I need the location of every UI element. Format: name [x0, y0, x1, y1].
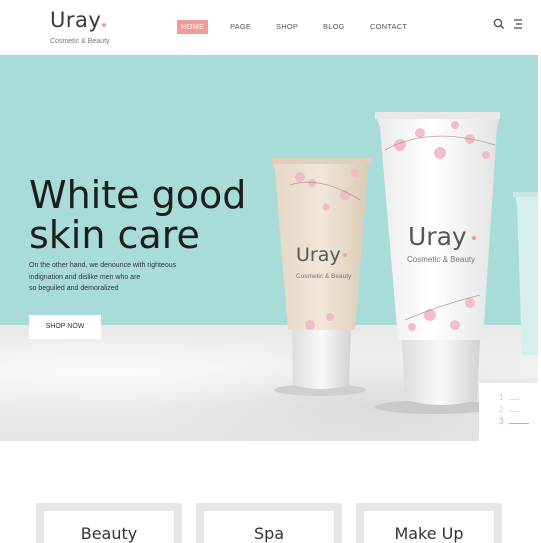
- nav-home[interactable]: HOME: [177, 20, 209, 34]
- category-card-inner: Spa: [204, 511, 334, 543]
- category-card-beauty[interactable]: Beauty: [36, 503, 182, 543]
- category-label: Spa: [253, 524, 285, 543]
- slide-1-line: [509, 399, 519, 400]
- hero-slider: Uray Cosmetic & Beauty Uray Cosmetic & B…: [0, 55, 538, 441]
- product-right-tagline: Cosmetic & Beauty: [407, 255, 475, 264]
- search-icon[interactable]: [493, 17, 505, 31]
- slide-2[interactable]: 2: [499, 405, 503, 414]
- hero-title-line2: skin care: [29, 213, 200, 257]
- slide-1[interactable]: 1: [499, 393, 503, 402]
- site-header: Uray Cosmetic & Beauty HOME PAGE SHOP BL…: [0, 0, 541, 55]
- hero-title: White good skin care: [29, 175, 289, 255]
- logo-tagline: Cosmetic & Beauty: [50, 38, 110, 45]
- slide-3-line: [509, 423, 529, 424]
- main-nav: HOME PAGE SHOP BLOG CONTACT: [0, 20, 541, 34]
- nav-blog[interactable]: BLOG: [323, 20, 345, 34]
- category-label: Make Up: [394, 524, 464, 543]
- category-card-inner: Beauty: [44, 511, 174, 543]
- hero-description-line3: so beguiled and demoralized: [29, 285, 119, 292]
- slide-2-line: [509, 411, 519, 412]
- category-card-makeup[interactable]: Make Up: [356, 503, 502, 543]
- nav-page[interactable]: PAGE: [230, 20, 251, 34]
- menu-icon[interactable]: [512, 17, 524, 31]
- product-left-tagline: Cosmetic & Beauty: [296, 273, 352, 280]
- product-right-brand: Uray: [408, 222, 467, 251]
- nav-shop[interactable]: SHOP: [276, 20, 298, 34]
- shop-now-button[interactable]: SHOP NOW: [29, 315, 101, 339]
- category-card-spa[interactable]: Spa: [196, 503, 342, 543]
- nav-contact[interactable]: CONTACT: [370, 20, 407, 34]
- slide-3[interactable]: 3: [499, 417, 503, 426]
- slider-pagination: 1 2 3: [479, 383, 538, 441]
- category-label: Beauty: [80, 524, 138, 543]
- product-left-brand: Uray: [296, 244, 341, 266]
- hero-title-line1: White good: [29, 173, 247, 217]
- category-card-inner: Make Up: [364, 511, 494, 543]
- hero-description: On the other hand, we denounce with righ…: [29, 260, 229, 295]
- hero-description-line2: indignation and dislike men who are: [29, 273, 141, 281]
- hero-description-line1: On the other hand, we denounce with righ…: [29, 262, 177, 269]
